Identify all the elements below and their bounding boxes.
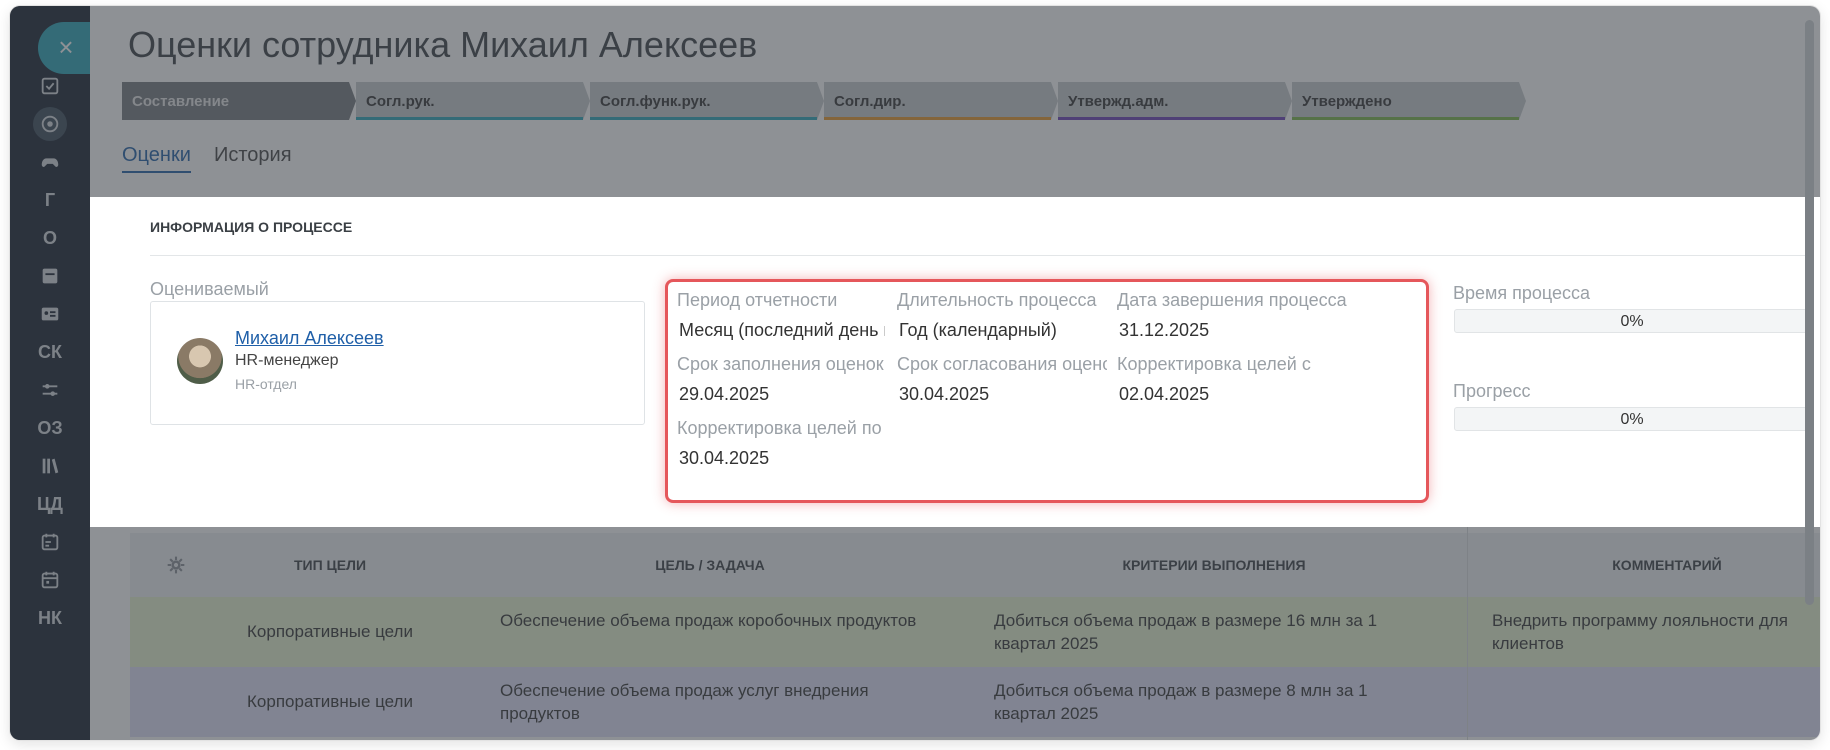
process-info-card: ИНФОРМАЦИЯ О ПРОЦЕССЕ Оцениваемый Михаил… [130,197,1810,517]
cell-criteria: Добиться объема продаж в размере 16 млн … [994,611,1378,653]
employee-department: HR-отдел [235,376,297,392]
fill-deadline-value: 29.04.2025 [679,384,770,404]
step-approved[interactable]: Утверждено [1292,82,1526,120]
id-card-icon [41,307,59,321]
sidebar-item-tasks[interactable] [10,66,90,106]
progress-bar: 0% [1454,407,1810,431]
duration-value: Год (календарный) [899,320,1057,340]
gear-icon[interactable] [166,555,186,575]
end-date-value: 31.12.2025 [1119,320,1210,340]
sidebar-item-card[interactable] [10,294,90,334]
calendar-edit-icon [41,533,59,551]
assessed-label: Оцениваемый [150,279,269,299]
sidebar: × Г О СК ОЗ ЦД НК [10,6,90,740]
sidebar-item-settings[interactable] [10,370,90,410]
calendar-icon [41,571,59,589]
gamepad-icon [41,158,59,167]
sidebar-item-library[interactable] [10,446,90,486]
sidebar-item-sk[interactable]: СК [10,332,90,372]
table-header: ТИП ЦЕЛИ ЦЕЛЬ / ЗАДАЧА КРИТЕРИИ ВЫПОЛНЕН… [130,533,1820,597]
cell-criteria: Добиться объема продаж в размере 8 млн з… [994,681,1368,723]
scrollbar[interactable] [1805,20,1814,605]
checkbox-icon [41,77,59,95]
table-row[interactable]: Корпоративные цели Обеспечение объема пр… [130,597,1820,667]
cell-goal: Обеспечение объема продаж услуг внедрени… [500,681,869,723]
employee-card: Михаил Алексеев HR-менеджер HR-отдел [150,301,645,425]
process-time-percent: 0% [1620,313,1644,330]
cell-comment: Внедрить программу лояльности для клиент… [1492,611,1788,653]
table-row[interactable]: Корпоративные цели Обеспечение объема пр… [130,667,1820,737]
step-admin-approval[interactable]: Утвержд.адм. [1058,82,1292,120]
sidebar-item-games[interactable] [10,142,90,182]
cell-type: Корпоративные цели [247,622,413,641]
goals-correction-to-value: 30.04.2025 [679,448,770,468]
window-icon [42,268,58,284]
badge-icon [41,115,59,133]
sliders-icon [42,384,58,396]
page-title: Оценки сотрудника Михаил Алексеев [128,24,758,65]
process-time-bar: 0% [1454,309,1810,333]
period-label: Период отчетности [677,290,838,310]
tab-assessments[interactable]: Оценки [122,144,191,173]
workflow-steps: Составление Согл.рук. Согл.функ.рук. Сог… [122,82,1762,120]
sidebar-item-oz[interactable]: ОЗ [10,408,90,448]
column-header-criteria: КРИТЕРИИ ВЫПОЛНЕНИЯ [1122,557,1306,573]
process-details-highlight: Период отчетности Месяц (последний день … [665,279,1429,503]
sidebar-item-calendar[interactable] [10,560,90,600]
goals-correction-from-value: 02.04.2025 [1119,384,1210,404]
cell-goal: Обеспечение объема продаж коробочных про… [500,611,917,630]
sidebar-item-o[interactable]: О [10,218,90,258]
sidebar-item-schedule[interactable] [10,522,90,562]
goals-table: ТИП ЦЕЛИ ЦЕЛЬ / ЗАДАЧА КРИТЕРИИ ВЫПОЛНЕН… [130,527,1820,740]
sidebar-item-badge[interactable] [10,104,90,144]
column-divider [1467,527,1468,740]
process-time-label: Время процесса [1453,283,1591,303]
column-header-type: ТИП ЦЕЛИ [293,557,367,573]
column-header-goal: ЦЕЛЬ / ЗАДАЧА [655,557,765,573]
step-compose[interactable]: Составление [122,82,356,120]
approve-deadline-value: 30.04.2025 [899,384,990,404]
sidebar-item-cd[interactable]: ЦД [10,484,90,524]
sidebar-item-g[interactable]: Г [10,180,90,220]
employee-name-link[interactable]: Михаил Алексеев [235,328,384,349]
goals-correction-to-label: Корректировка целей по [677,418,882,438]
goals-correction-from-label: Корректировка целей с [1117,354,1311,374]
library-icon [42,458,59,474]
fill-deadline-label: Срок заполнения оценок [677,354,884,374]
cell-type: Корпоративные цели [247,692,413,711]
period-value: Месяц (последний день ме [679,320,885,340]
tab-history[interactable]: История [214,144,292,167]
end-date-label: Дата завершения процесса [1117,290,1347,310]
section-heading: ИНФОРМАЦИЯ О ПРОЦЕССЕ [150,219,353,235]
progress-percent: 0% [1620,411,1644,428]
duration-label: Длительность процесса [897,290,1097,310]
column-header-comment: КОММЕНТАРИЙ [1612,557,1722,573]
sidebar-item-nk[interactable]: НК [10,598,90,638]
sidebar-item-window[interactable] [10,256,90,296]
main-content: Оценки сотрудника Михаил Алексеев Состав… [90,6,1820,740]
step-director-approval[interactable]: Согл.дир. [824,82,1058,120]
avatar [177,338,223,384]
divider [150,255,1810,256]
app-window: × Г О СК ОЗ ЦД НК Оценки сотрудника Миха… [10,6,1820,740]
progress-label: Прогресс [1453,381,1531,401]
step-func-manager-approval[interactable]: Согл.функ.рук. [590,82,824,120]
step-manager-approval[interactable]: Согл.рук. [356,82,590,120]
employee-role: HR-менеджер [235,352,339,369]
approve-deadline-label: Срок согласования оценок [897,354,1107,374]
